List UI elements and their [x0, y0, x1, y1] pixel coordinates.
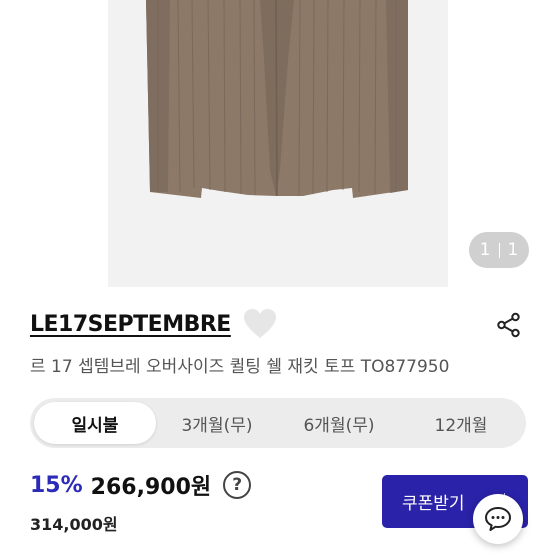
jacket-photo [146, 0, 408, 198]
brand-link[interactable]: LE17SEPTEMBRE [30, 312, 231, 337]
price-row: 15% 266,900원 ? [30, 469, 252, 501]
tab-3-months[interactable]: 3개월(무) [156, 402, 278, 444]
product-image-area[interactable] [108, 0, 448, 287]
product-title: 르 17 셉템브레 오버사이즈 퀼팅 쉘 재킷 토프 TO877950 [30, 357, 450, 377]
chat-button[interactable] [473, 494, 523, 544]
installment-tabs: 일시불 3개월(무) 6개월(무) 12개월 [30, 398, 526, 448]
chat-icon [485, 507, 511, 531]
image-counter-current: 1 [479, 240, 491, 260]
image-counter-total: 1 [507, 240, 519, 260]
heart-icon[interactable] [243, 308, 277, 340]
tab-12-months[interactable]: 12개월 [400, 402, 522, 444]
sale-price: 266,900원 [90, 475, 212, 500]
tab-lump-sum[interactable]: 일시불 [34, 402, 156, 444]
help-icon[interactable]: ? [223, 471, 252, 499]
share-icon[interactable] [496, 312, 522, 338]
brand-row: LE17SEPTEMBRE [30, 306, 277, 342]
tab-6-months[interactable]: 6개월(무) [278, 402, 400, 444]
original-price: 314,000원 [30, 515, 118, 534]
coupon-button-label: 쿠폰받기 [402, 494, 465, 514]
image-counter-divider [498, 242, 500, 258]
image-counter: 1 1 [469, 232, 529, 268]
discount-rate: 15% [30, 472, 83, 498]
